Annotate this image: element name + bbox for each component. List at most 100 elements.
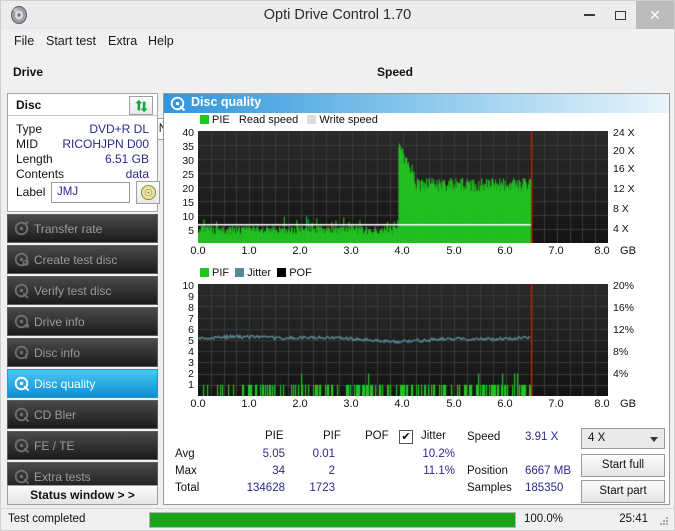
disc-burn-icon xyxy=(8,252,34,267)
pie-x-tick: 5.0 xyxy=(446,245,462,257)
pif-y2-tick: 4% xyxy=(613,368,629,380)
pif-x-tick: 7.0 xyxy=(548,398,564,410)
speed-label: Speed xyxy=(377,65,414,79)
sidebar-nav: Transfer rate Create test disc Verify te… xyxy=(7,214,158,505)
drive-toolbar: Drive (M:) LITE-ON DVDRW LH-20A1H LL0D xyxy=(1,54,674,142)
pie-x-tick: 7.0 xyxy=(548,245,564,257)
pie-y-tick: 10 xyxy=(182,211,194,223)
resize-grip-icon[interactable] xyxy=(658,515,670,527)
chevron-down-icon xyxy=(650,437,658,442)
legend-label-write-speed: Write speed xyxy=(319,114,378,126)
status-text: Test completed xyxy=(8,513,86,525)
sidebar-label: Extra tests xyxy=(34,469,91,484)
cd-bler-icon xyxy=(8,407,34,422)
sidebar-item-cd-bler[interactable]: CD Bler xyxy=(7,400,158,429)
disc-quality-icon xyxy=(170,96,186,112)
samples-readout-value: 185350 xyxy=(525,482,564,494)
stats-total-pif: 1723 xyxy=(309,482,335,494)
pif-x-tick: 3.0 xyxy=(343,398,359,410)
position-readout-value: 6667 MB xyxy=(525,465,572,477)
drive-label: Drive xyxy=(13,65,44,79)
speed-readout-value: 3.91 X xyxy=(525,431,559,443)
jitter-checkbox[interactable]: ✔ xyxy=(399,430,413,444)
stats-max-pie: 34 xyxy=(272,465,285,477)
legend-swatch-jitter xyxy=(235,268,245,277)
pie-y2-tick: 4 X xyxy=(613,223,629,235)
legend-label-read-speed: Read speed xyxy=(238,114,299,126)
disc-verify-icon xyxy=(8,283,34,298)
application-window: Opti Drive Control 1.70 ✕ File Start tes… xyxy=(0,0,675,531)
disc-quality-icon xyxy=(8,376,34,391)
pif-x-tick: 4.0 xyxy=(394,398,410,410)
legend-label-pif: PIF xyxy=(212,267,230,279)
pie-x-tick: 3.0 xyxy=(343,245,359,257)
close-button[interactable]: ✕ xyxy=(636,1,674,29)
pie-y-tick: 40 xyxy=(182,127,194,139)
sidebar-item-disc-info[interactable]: Disc info xyxy=(7,338,158,367)
sidebar-item-transfer-rate[interactable]: Transfer rate xyxy=(7,214,158,243)
disc-label-input[interactable]: JMJ xyxy=(51,182,130,203)
sidebar-label: FE / TE xyxy=(34,438,75,453)
disc-panel-title: Disc xyxy=(16,98,42,112)
disc-contents-value: data xyxy=(125,167,149,181)
disc-info-icon xyxy=(8,345,34,360)
maximize-button[interactable] xyxy=(605,1,636,29)
sidebar-item-fe-te[interactable]: FE / TE xyxy=(7,431,158,460)
panel-header: Disc quality xyxy=(164,94,669,113)
pie-y2-tick: 16 X xyxy=(613,163,635,175)
stats-avg-pie: 5.05 xyxy=(262,448,285,460)
pie-y-tick: 35 xyxy=(182,141,194,153)
extra-tests-icon xyxy=(8,469,34,484)
pie-x-tick: 0.0 xyxy=(190,245,206,257)
pif-x-unit: GB xyxy=(620,398,636,410)
speed-readout-label: Speed xyxy=(467,431,501,443)
pie-x-tick: 4.0 xyxy=(394,245,410,257)
stats-col-pie: PIE xyxy=(265,430,284,442)
disc-mid-value: RICOHJPN D00 xyxy=(62,137,149,151)
pif-y2-tick: 20% xyxy=(613,280,635,292)
pie-y-tick: 25 xyxy=(182,169,194,181)
pie-y2-tick: 20 X xyxy=(613,145,635,157)
disc-info-panel: Disc Type DVD+R DL MID RICOHJPN D00 Leng… xyxy=(7,93,160,212)
sidebar-label: Verify test disc xyxy=(34,283,112,298)
legend-label-pie: PIE xyxy=(212,114,230,126)
fe-te-icon xyxy=(8,438,34,453)
pie-chart: PIE Read speed Write speed 40 35 30 25 2… xyxy=(164,113,669,263)
drive-info-icon xyxy=(8,314,34,329)
progress-percent: 100.0% xyxy=(524,513,564,525)
sidebar-label: Transfer rate xyxy=(34,221,103,236)
disc-length-label: Length xyxy=(16,152,53,166)
sidebar-label: Disc info xyxy=(34,345,81,360)
status-window-button[interactable]: Status window > > xyxy=(7,485,158,505)
stats-col-pof: POF xyxy=(365,430,389,442)
pif-plot-area xyxy=(198,284,608,396)
sidebar-item-create-test-disc[interactable]: Create test disc xyxy=(7,245,158,274)
sidebar-item-drive-info[interactable]: Drive info xyxy=(7,307,158,336)
legend-swatch-write-speed xyxy=(307,115,317,124)
pie-chart-legend: PIE Read speed Write speed xyxy=(200,114,378,126)
menu-start-test[interactable]: Start test xyxy=(41,29,101,54)
sidebar-item-disc-quality[interactable]: Disc quality xyxy=(7,369,158,398)
pif-chart: PIF Jitter POF 10 9 8 7 6 5 4 3 2 1 20% … xyxy=(164,266,669,416)
position-readout-label: Position xyxy=(467,465,508,477)
stats-row-max-label: Max xyxy=(175,465,197,477)
disc-icon xyxy=(140,184,156,201)
pie-y2-tick: 24 X xyxy=(613,127,635,139)
panel-title: Disc quality xyxy=(191,95,262,109)
legend-swatch-pof xyxy=(277,268,287,277)
menu-extra[interactable]: Extra xyxy=(103,29,142,54)
test-speed-select[interactable]: 4 X xyxy=(581,428,665,449)
progress-bar xyxy=(149,512,516,528)
disc-quality-panel: Disc quality PIE Read speed Write speed … xyxy=(163,93,670,505)
sidebar-item-verify-test-disc[interactable]: Verify test disc xyxy=(7,276,158,305)
start-full-button[interactable]: Start full xyxy=(581,454,665,477)
pie-y-tick: 5 xyxy=(188,225,194,237)
menu-file[interactable]: File xyxy=(9,29,39,54)
disc-refresh-button[interactable] xyxy=(129,96,153,115)
menu-help[interactable]: Help xyxy=(143,29,179,54)
pif-x-tick: 1.0 xyxy=(241,398,257,410)
disc-label-button[interactable] xyxy=(136,181,160,204)
start-part-button[interactable]: Start part xyxy=(581,480,665,503)
minimize-button[interactable] xyxy=(574,1,605,29)
status-bar: Test completed 100.0% 25:41 xyxy=(1,508,674,530)
